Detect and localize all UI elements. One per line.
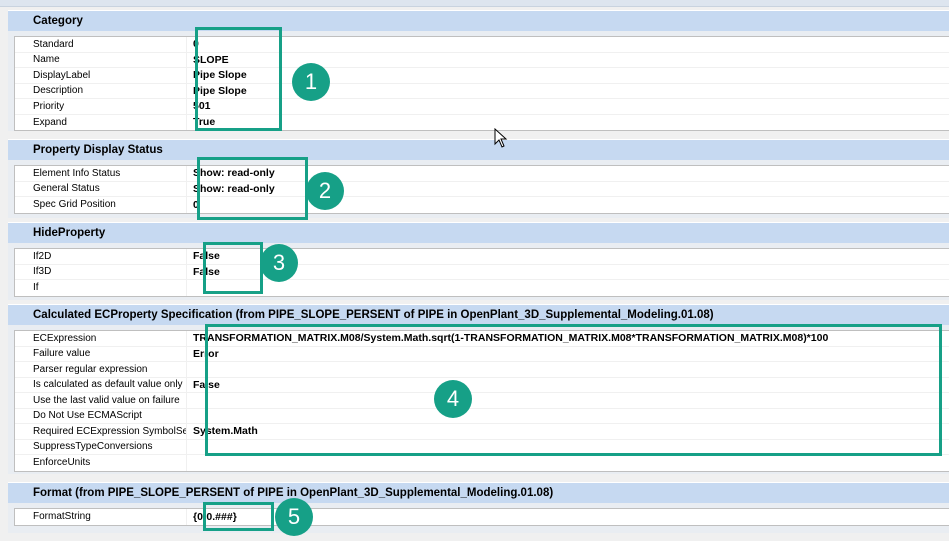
annotation-badge-4: 4 [434,380,472,418]
property-name: SuppressTypeConversions [15,439,187,454]
property-row[interactable]: Failure value Error [15,346,949,362]
property-name: DisplayLabel [15,68,187,83]
property-row[interactable]: Standard 0 [15,37,949,53]
property-name: Do Not Use ECMAScript [15,408,187,423]
section-body-category: Standard 0 Name SLOPE DisplayLabel Pipe Slo… [8,31,949,131]
section-header-hideproperty[interactable]: HideProperty [8,222,949,244]
property-row[interactable]: Expand True [15,114,949,130]
property-name: Required ECExpression SymbolSets [15,424,187,439]
property-value: 501 [193,100,211,113]
property-row[interactable]: Required ECExpression SymbolSets System.M… [15,424,949,440]
annotation-badge-5: 5 [275,498,313,536]
property-name: FormatString [15,509,187,525]
property-value: System.Math [193,425,258,438]
property-value: 0 [193,38,199,51]
property-value: Show: read-only [193,167,275,180]
property-name: ECExpression [15,331,187,346]
top-edge-bar [0,0,949,7]
property-value: True [193,116,216,129]
property-row[interactable]: Do Not Use ECMAScript [15,408,949,424]
property-row[interactable]: Spec Grid Position 0 [15,197,949,213]
property-row[interactable]: General Status Show: read-only [15,181,949,197]
property-grid-display-status: Element Info Status Show: read-only Gener… [14,165,949,214]
annotation-badge-3: 3 [260,244,298,282]
property-row[interactable]: If [15,280,949,296]
property-value: False [193,250,220,263]
property-name: If [15,280,187,296]
property-row[interactable]: Description Pipe Slope [15,83,949,99]
property-grid-category: Standard 0 Name SLOPE DisplayLabel Pipe Slo… [14,36,949,131]
section-body-format: FormatString {0:0.###} [8,503,949,533]
property-row[interactable]: If3D False [15,264,949,280]
property-row[interactable]: If2D False [15,249,949,265]
section-header-format[interactable]: Format (from PIPE_SLOPE_PERSENT of PIPE … [8,482,949,504]
property-row[interactable]: Is calculated as default value only False [15,377,949,393]
property-name: Priority [15,99,187,114]
property-row[interactable]: FormatString {0:0.###} [15,509,949,525]
property-value: TRANSFORMATION_MATRIX.M08/System.Math.sq… [193,332,829,345]
section-body-calculated-ecproperty: ECExpression TRANSFORMATION_MATRIX.M08/Sy… [8,325,949,474]
property-value: False [193,265,220,278]
property-name: EnforceUnits [15,455,187,471]
property-value: 0 [193,198,199,211]
property-value: Error [193,347,219,360]
property-row[interactable]: Name SLOPE [15,52,949,68]
section-body-property-display-status: Element Info Status Show: read-only Gener… [8,160,949,218]
property-value: False [193,378,220,391]
property-row[interactable]: DisplayLabel Pipe Slope [15,68,949,84]
property-grid-format: FormatString {0:0.###} [14,508,949,526]
annotation-badge-1: 1 [292,63,330,101]
property-name: Description [15,83,187,98]
property-name: Is calculated as default value only [15,377,187,392]
section-header-property-display-status[interactable]: Property Display Status [8,139,949,161]
property-row[interactable]: SuppressTypeConversions [15,439,949,455]
property-name: Spec Grid Position [15,197,187,213]
property-name: Parser regular expression [15,362,187,377]
property-name: General Status [15,181,187,196]
property-name: Use the last valid value on failure [15,393,187,408]
property-row[interactable]: ECExpression TRANSFORMATION_MATRIX.M08/Sy… [15,331,949,347]
property-name: Name [15,52,187,67]
property-name: Element Info Status [15,166,187,181]
property-grid-hideproperty: If2D False If3D False If [14,248,949,297]
mouse-pointer-icon [494,128,508,148]
property-row[interactable]: Use the last valid value on failure [15,393,949,409]
property-name: Expand [15,114,187,130]
property-name: Standard [15,37,187,52]
property-grid-calculated: ECExpression TRANSFORMATION_MATRIX.M08/Sy… [14,330,949,472]
property-name: If3D [15,264,187,279]
property-value: Show: read-only [193,182,275,195]
property-row[interactable]: Element Info Status Show: read-only [15,166,949,182]
property-row[interactable]: Priority 501 [15,99,949,115]
section-header-category[interactable]: Category [8,10,949,32]
annotation-badge-2: 2 [306,172,344,210]
property-value: SLOPE [193,53,229,66]
property-name: If2D [15,249,187,264]
property-row[interactable]: Parser regular expression [15,362,949,378]
section-body-hideproperty: If2D False If3D False If [8,243,949,300]
property-name: Failure value [15,346,187,361]
property-row[interactable]: EnforceUnits [15,455,949,471]
section-header-calculated-ecproperty[interactable]: Calculated ECProperty Specification (fro… [8,304,949,326]
